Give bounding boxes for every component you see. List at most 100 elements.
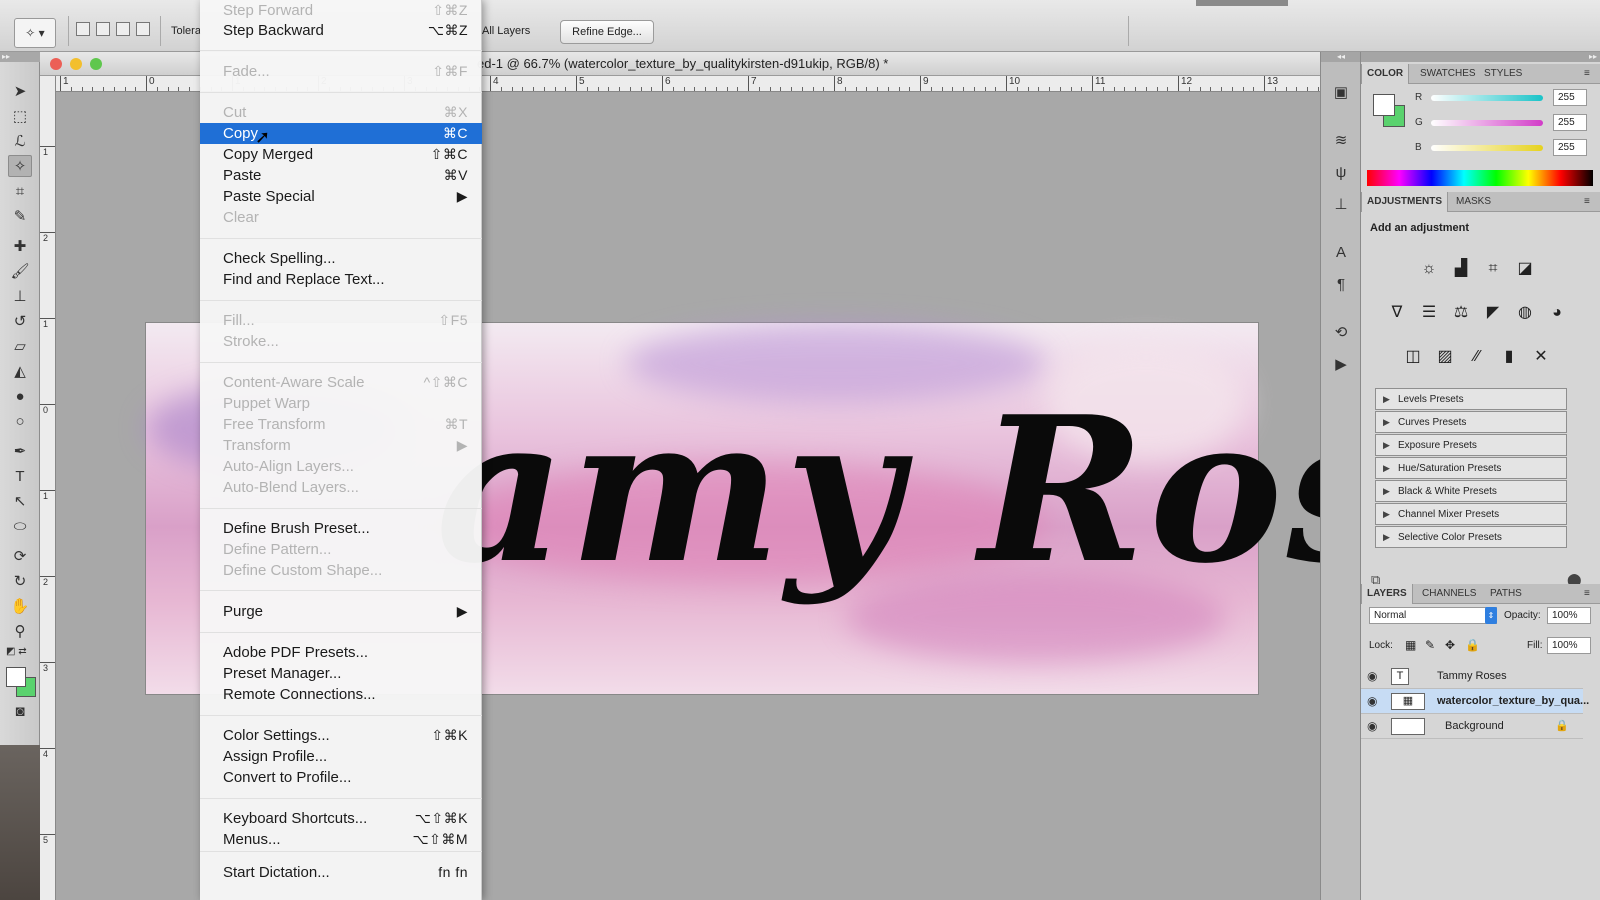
- channel-mixer-icon[interactable]: ◕: [1545, 302, 1569, 324]
- clone-stamp-tool-icon[interactable]: ⊥: [8, 285, 32, 307]
- menu-item-color-settings[interactable]: Color Settings... ⇧⌘K: [200, 725, 482, 746]
- preset-row[interactable]: ▶ Exposure Presets: [1375, 434, 1567, 456]
- hue-saturation-icon[interactable]: ☰: [1417, 302, 1441, 324]
- menu-item-start-dictation[interactable]: Start Dictation... fn fn: [200, 862, 482, 883]
- marquee-tool-icon[interactable]: ⬚: [8, 105, 32, 127]
- preset-row[interactable]: ▶ Selective Color Presets: [1375, 526, 1567, 548]
- color-spectrum-bar[interactable]: [1367, 170, 1593, 186]
- gradient-map-icon[interactable]: ▮: [1497, 346, 1521, 368]
- layer-row[interactable]: ◉ Background 🔒: [1361, 714, 1583, 739]
- disclosure-triangle-icon[interactable]: ▶: [1383, 389, 1390, 410]
- menu-item-menus[interactable]: Menus... ⌥⇧⌘M: [200, 829, 482, 850]
- hand-tool-icon[interactable]: ✋: [8, 595, 32, 617]
- preset-row[interactable]: ▶ Hue/Saturation Presets: [1375, 457, 1567, 479]
- menu-item-paste[interactable]: Paste ⌘V: [200, 165, 482, 186]
- brightness-contrast-icon[interactable]: ☼: [1417, 258, 1441, 280]
- disclosure-triangle-icon[interactable]: ▶: [1383, 504, 1390, 525]
- vibrance-icon[interactable]: ∇: [1385, 302, 1409, 324]
- levels-icon[interactable]: ▟: [1449, 258, 1473, 280]
- menu-item-keyboard-shortcuts[interactable]: Keyboard Shortcuts... ⌥⇧⌘K: [200, 808, 482, 829]
- channel-value-input[interactable]: 255: [1553, 139, 1587, 156]
- lock-transparency-icon[interactable]: ▦: [1405, 638, 1416, 652]
- menu-item-check-spelling[interactable]: Check Spelling...: [200, 248, 482, 269]
- panel-menu-icon[interactable]: ≡: [1579, 192, 1595, 212]
- move-tool-icon[interactable]: ➤: [8, 80, 32, 102]
- menu-item-copy[interactable]: Copy ⌘C: [200, 123, 482, 144]
- panel-menu-icon[interactable]: ≡: [1579, 584, 1595, 604]
- blend-mode-select[interactable]: Normal: [1369, 607, 1497, 624]
- zoom-window-button[interactable]: [90, 58, 102, 70]
- history-brush-tool-icon[interactable]: ↺: [8, 310, 32, 332]
- foreground-color-swatch[interactable]: [6, 667, 26, 687]
- blend-mode-chevron-icon[interactable]: ⇕: [1485, 607, 1497, 624]
- preset-row[interactable]: ▶ Black & White Presets: [1375, 480, 1567, 502]
- menu-item-assign-profile[interactable]: Assign Profile...: [200, 746, 482, 767]
- tab-adjustments[interactable]: ADJUSTMENTS: [1361, 192, 1449, 212]
- invert-icon[interactable]: ◫: [1401, 346, 1425, 368]
- channel-value-input[interactable]: 255: [1553, 89, 1587, 106]
- disclosure-triangle-icon[interactable]: ▶: [1383, 458, 1390, 479]
- fill-input[interactable]: 100%: [1547, 637, 1591, 654]
- eyedropper-tool-icon[interactable]: ✎: [8, 205, 32, 227]
- menu-item-define-brush-preset[interactable]: Define Brush Preset...: [200, 518, 482, 539]
- refine-edge-button[interactable]: Refine Edge...: [560, 20, 654, 44]
- paragraph-dock-icon[interactable]: ¶: [1330, 274, 1352, 296]
- sample-all-layers-label[interactable]: All Layers: [482, 25, 530, 37]
- 3d-rotate-tool-icon[interactable]: ⟳: [8, 545, 32, 567]
- preset-row[interactable]: ▶ Channel Mixer Presets: [1375, 503, 1567, 525]
- adjustments-dock-icon[interactable]: ≋: [1330, 130, 1352, 152]
- lock-pixels-icon[interactable]: ✎: [1425, 638, 1435, 652]
- brush-tool-icon[interactable]: 🖌: [8, 260, 32, 282]
- panel-menu-icon[interactable]: ≡: [1579, 64, 1595, 84]
- channel-slider[interactable]: [1431, 145, 1543, 151]
- mini-bridge-icon[interactable]: ▣: [1330, 82, 1352, 104]
- photo-filter-icon[interactable]: ◍: [1513, 302, 1537, 324]
- disclosure-triangle-icon[interactable]: ▶: [1383, 481, 1390, 502]
- brush-presets-dock-icon[interactable]: ψ: [1330, 162, 1352, 184]
- disclosure-triangle-icon[interactable]: ▶: [1383, 412, 1390, 433]
- disclosure-triangle-icon[interactable]: ▶: [1383, 435, 1390, 456]
- curves-icon[interactable]: ⌗: [1481, 258, 1505, 280]
- swap-colors-icon[interactable]: ◩ ⇄: [6, 646, 27, 657]
- layer-visibility-eye-icon[interactable]: ◉: [1367, 664, 1377, 689]
- minimize-window-button[interactable]: [70, 58, 82, 70]
- lasso-tool-icon[interactable]: ℒ: [8, 130, 32, 152]
- opacity-input[interactable]: 100%: [1547, 607, 1591, 624]
- quick-selection-tool-icon[interactable]: ✧: [8, 155, 32, 177]
- eraser-tool-icon[interactable]: ▱: [8, 335, 32, 357]
- exposure-icon[interactable]: ◪: [1513, 258, 1537, 280]
- channel-slider[interactable]: [1431, 120, 1543, 126]
- menu-item-convert-to-profile[interactable]: Convert to Profile...: [200, 767, 482, 788]
- selective-color-icon[interactable]: ✕: [1529, 346, 1553, 368]
- dodge-tool-icon[interactable]: ○: [8, 410, 32, 432]
- tab-swatches[interactable]: SWATCHES: [1415, 64, 1481, 84]
- blur-tool-icon[interactable]: ●: [8, 385, 32, 407]
- history-dock-icon[interactable]: ⟲: [1330, 322, 1352, 344]
- collapse-panels-icon[interactable]: ▸▸: [1361, 52, 1600, 62]
- layer-visibility-eye-icon[interactable]: ◉: [1367, 689, 1377, 714]
- layer-visibility-eye-icon[interactable]: ◉: [1367, 714, 1377, 739]
- layer-row[interactable]: ◉ ▦ watercolor_texture_by_qua...: [1361, 689, 1589, 714]
- panel-grip[interactable]: ▸▸: [0, 52, 40, 62]
- quick-mask-icon[interactable]: ◙: [8, 700, 32, 722]
- menu-item-purge[interactable]: Purge ▶: [200, 601, 482, 622]
- zoom-tool-icon[interactable]: ⚲: [8, 620, 32, 642]
- workspace-switcher[interactable]: [1196, 0, 1288, 6]
- menu-item-adobe-pdf-presets[interactable]: Adobe PDF Presets...: [200, 642, 482, 663]
- add-to-selection-icon[interactable]: [96, 22, 110, 36]
- crop-tool-icon[interactable]: ⌗: [8, 180, 32, 202]
- menu-item-find-and-replace-text[interactable]: Find and Replace Text...: [200, 269, 482, 290]
- subtract-from-selection-icon[interactable]: [116, 22, 130, 36]
- intersect-selection-icon[interactable]: [136, 22, 150, 36]
- actions-dock-icon[interactable]: ▶: [1330, 354, 1352, 376]
- preset-row[interactable]: ▶ Curves Presets: [1375, 411, 1567, 433]
- tab-color[interactable]: COLOR: [1361, 64, 1410, 84]
- tab-layers[interactable]: LAYERS: [1361, 584, 1413, 604]
- tab-styles[interactable]: STYLES: [1479, 64, 1527, 84]
- channel-value-input[interactable]: 255: [1553, 114, 1587, 131]
- threshold-icon[interactable]: ⁄⁄: [1465, 346, 1489, 368]
- tab-masks[interactable]: MASKS: [1451, 192, 1496, 212]
- menu-item-step-backward[interactable]: Step Backward ⌥⌘Z: [200, 20, 482, 41]
- channel-slider[interactable]: [1431, 95, 1543, 101]
- path-selection-tool-icon[interactable]: ↖: [8, 490, 32, 512]
